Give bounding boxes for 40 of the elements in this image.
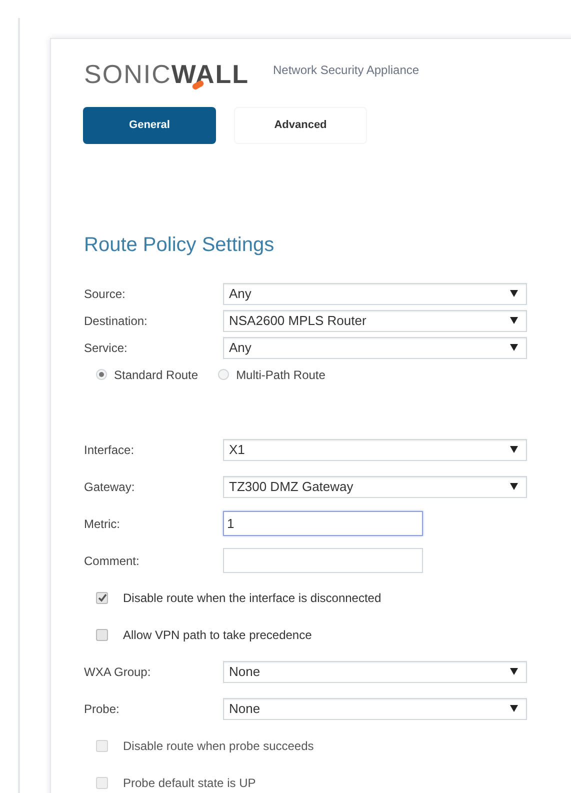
logo: SONICWALL xyxy=(84,61,249,87)
checkbox-label: Probe default state is UP xyxy=(123,774,256,792)
field-label: Service: xyxy=(84,340,128,356)
radio-label: Standard Route xyxy=(114,366,198,384)
caret-icon xyxy=(510,317,518,324)
radio-button[interactable] xyxy=(96,369,107,380)
field-label: Destination: xyxy=(84,312,148,330)
input-field[interactable]: 1 xyxy=(223,511,423,536)
dropdown[interactable]: NSA2600 MPLS Router xyxy=(223,310,527,332)
dropdown[interactable]: X1 xyxy=(223,438,527,460)
field-label: Metric: xyxy=(84,516,121,532)
field-label: Interface: xyxy=(84,442,136,458)
field-label: WXA Group: xyxy=(84,664,152,680)
radio-button[interactable] xyxy=(218,369,230,380)
dropdown[interactable]: None xyxy=(223,698,527,720)
field-label: Gateway: xyxy=(84,478,136,496)
checkbox-label: Allow VPN path to take precedence xyxy=(123,626,312,644)
radio-label: Multi-Path Route xyxy=(236,366,326,384)
caret-icon xyxy=(510,705,518,712)
input-field[interactable] xyxy=(223,548,423,573)
caret-icon xyxy=(510,446,518,453)
caret-icon xyxy=(510,668,518,675)
caret-icon xyxy=(510,483,518,490)
checkbox[interactable] xyxy=(96,592,108,604)
dropdown[interactable]: Any xyxy=(223,336,527,358)
caret-icon xyxy=(510,344,518,351)
field-label: Comment: xyxy=(84,552,140,570)
tab[interactable]: Advanced xyxy=(234,107,367,144)
section-heading: Route Policy Settings xyxy=(84,233,276,258)
checkbox[interactable] xyxy=(96,628,108,640)
tab[interactable]: General xyxy=(83,107,216,144)
checkbox-label: Disable route when probe succeeds xyxy=(123,738,314,754)
dropdown[interactable]: Any xyxy=(223,282,527,304)
product-name: Network Security Appliance xyxy=(273,62,420,79)
checkbox-label: Disable route when the interface is disconnected xyxy=(123,590,382,606)
field-label: Source: xyxy=(84,286,126,302)
field-label: Probe: xyxy=(84,700,120,718)
dropdown[interactable]: TZ300 DMZ Gateway xyxy=(223,476,527,498)
dropdown[interactable]: None xyxy=(223,660,527,682)
caret-icon xyxy=(510,290,518,297)
